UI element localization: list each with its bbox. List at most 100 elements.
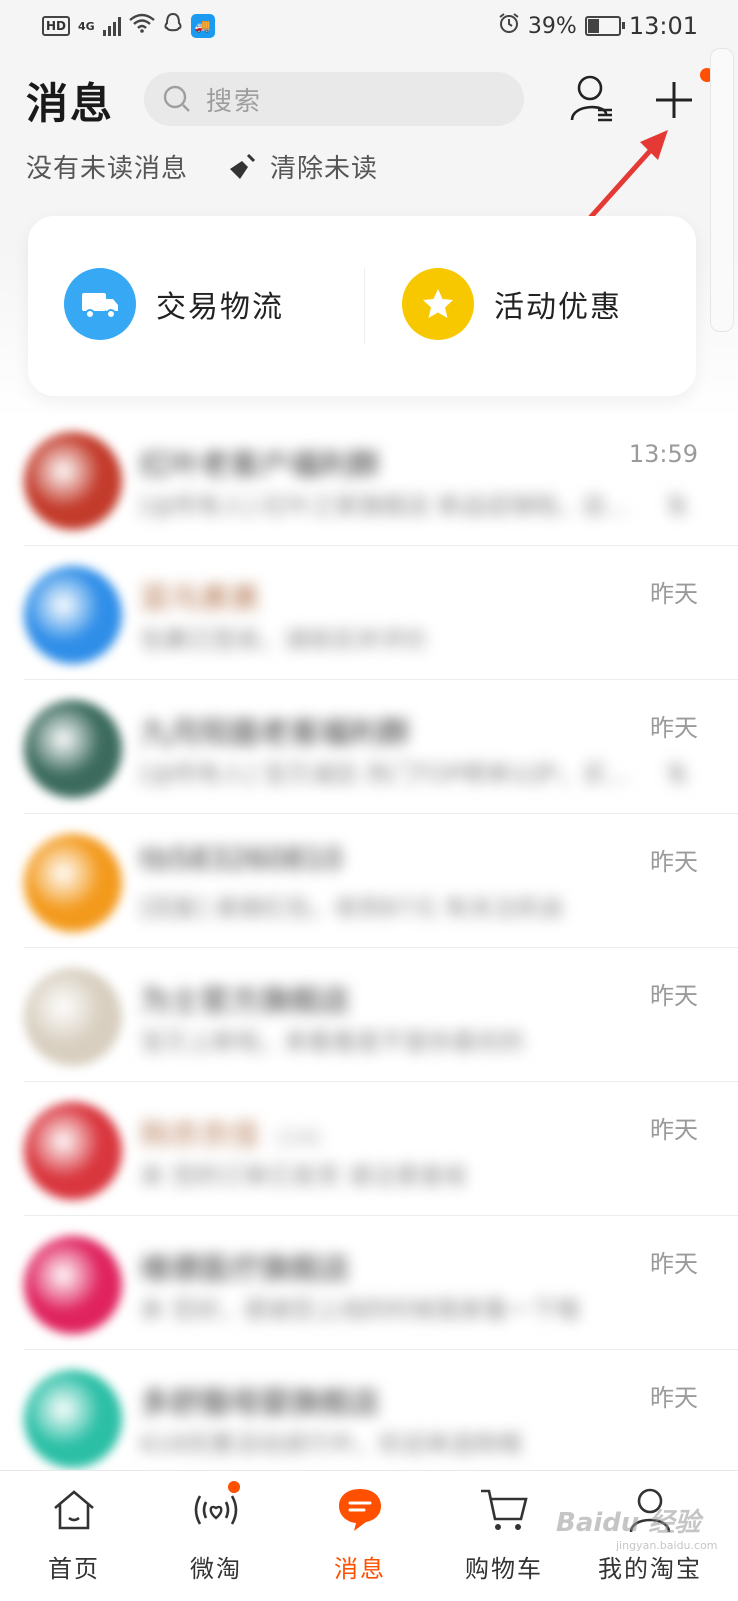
conversation-time: 昨天 — [650, 1378, 698, 1413]
watermark-logo: Baidu 经验 jingyan.baidu.com — [556, 1502, 718, 1552]
tab-home[interactable]: 首页 — [14, 1481, 134, 1584]
conversation-name: 菜鸟裹裹 — [140, 574, 276, 618]
tab-label: 微淘 — [190, 1555, 242, 1583]
conversation-name: 九月阳面老客福利群 — [140, 708, 426, 752]
conversation-name: 红叶老客户福利群 — [140, 440, 396, 484]
tab-weitao[interactable]: 微淘 — [156, 1481, 276, 1584]
conversation-name: 购衣衣佳 (14) — [140, 1110, 321, 1154]
conversation-name-text: 为士官方旗舰店 — [140, 984, 350, 1019]
avatar — [24, 1102, 122, 1200]
network-type: 4G — [78, 19, 95, 33]
conversation-time-text: 昨天 — [650, 714, 698, 742]
conversation-time: 13:59 — [629, 440, 698, 468]
avatar — [24, 1236, 122, 1334]
mute-bell-icon — [662, 758, 692, 792]
avatar — [24, 432, 122, 530]
tab-messages[interactable]: 消息 — [300, 1481, 420, 1584]
truck-icon — [64, 268, 136, 340]
status-bar: HD 4G 🚚 39% 13:01 — [0, 0, 738, 52]
contacts-button[interactable] — [570, 74, 614, 126]
conversation-preview: [@所有人] 宝贝减后 热门TOP榜单以护，买... — [140, 760, 629, 788]
conversation-time-text: 昨天 — [650, 1116, 698, 1144]
conversation-preview: 宝贝上新啦，来看看是不是你喜欢的 — [140, 1028, 524, 1056]
qq-icon — [163, 12, 183, 40]
conversation-item[interactable]: 菜鸟裹裹 包裹已签收，请核实并评价 昨天 — [0, 546, 738, 680]
conversation-time: 昨天 — [650, 574, 698, 609]
avatar — [24, 700, 122, 798]
search-placeholder: 搜索 — [206, 86, 263, 117]
divider — [364, 268, 365, 344]
avatar — [24, 566, 122, 664]
message-icon — [339, 1489, 381, 1531]
wifi-icon — [128, 13, 155, 39]
clear-unread-label: 清除未读 — [270, 154, 379, 184]
conversation-time-text: 13:59 — [628, 440, 698, 468]
weitao-badge — [228, 1481, 240, 1493]
tab-label: 首页 — [48, 1555, 100, 1583]
conversation-time: 昨天 — [650, 708, 698, 743]
conversation-preview: 亲 您的订单已发货 请注意查收 — [140, 1162, 468, 1190]
unread-status: 没有未读消息 — [26, 154, 189, 184]
conversation-name: 维德医疗旗舰店 — [140, 1244, 366, 1288]
conversation-list: 红叶老客户福利群 [@所有人] 红叶之家旗舰店 新品促销啦，店... 13:59 菜鸟… — [0, 412, 738, 1484]
quick-action-label: 活动优惠 — [494, 290, 622, 325]
weitao-icon — [194, 1495, 238, 1525]
tab-label: 我的淘宝 — [598, 1555, 702, 1583]
add-button[interactable] — [652, 78, 696, 122]
quick-action-logistics[interactable]: 交易物流 — [64, 268, 284, 340]
conversation-time: 昨天 — [650, 1110, 698, 1145]
app-notification-icon: 🚚 — [190, 14, 215, 38]
clear-unread-button[interactable]: 清除未读 — [228, 148, 378, 185]
conversation-preview: 618优惠活动进行中，欢迎来选购哦 — [140, 1430, 522, 1458]
conversation-time: 昨天 — [650, 976, 698, 1011]
conversation-time-text: 昨天 — [650, 1250, 698, 1278]
hd-indicator: HD — [42, 16, 71, 36]
tab-cart[interactable]: 购物车 — [444, 1481, 564, 1584]
conversation-item[interactable]: 为士官方旗舰店宝贝上新啦，来看看是不是你喜欢的 昨天 — [0, 948, 738, 1082]
tab-label: 购物车 — [465, 1555, 543, 1583]
home-icon — [54, 1490, 94, 1530]
conversation-time-text: 昨天 — [650, 1384, 698, 1412]
clock: 13:01 — [628, 12, 698, 40]
conversation-time: 昨天 — [650, 842, 698, 877]
conversation-name: 为士官方旗舰店 — [140, 976, 366, 1020]
cart-icon — [481, 1489, 528, 1530]
conversation-item[interactable]: tb583260810 [回复] 谢谢红包，收到87元 有关注机会 昨天 — [0, 814, 738, 948]
star-icon — [402, 268, 474, 340]
avatar — [24, 834, 122, 932]
conversation-time-text: 昨天 — [650, 580, 698, 608]
quick-action-label: 交易物流 — [156, 290, 284, 325]
conversation-preview: 亲 您好，感谢您上线的时候我家看一下哦 — [140, 1296, 580, 1324]
mute-bell-icon — [662, 490, 692, 524]
contacts-icon — [570, 75, 612, 122]
quick-actions-card: 交易物流 活动优惠 — [28, 216, 696, 396]
conversation-preview: [回复] 谢谢红包，收到87元 有关注机会 — [140, 894, 565, 922]
conversation-name: 多舒服母婴旗舰店 — [140, 1378, 396, 1422]
conversation-name-text: 维德医疗旗舰店 — [140, 1252, 350, 1287]
conversation-name-text: 菜鸟裹裹 — [140, 582, 260, 617]
conversation-name-text: 购衣衣佳 — [140, 1118, 260, 1153]
side-panel-edge — [710, 48, 734, 332]
conversation-item[interactable]: 红叶老客户福利群 [@所有人] 红叶之家旗舰店 新品促销啦，店... 13:59 — [0, 412, 738, 546]
search-icon — [163, 85, 190, 112]
avatar — [24, 968, 122, 1066]
search-bar[interactable]: 搜索 — [144, 72, 524, 126]
signal-icon — [102, 16, 121, 36]
conversation-item[interactable]: 多舒服母婴旗舰店 618优惠活动进行中，欢迎来选购哦 昨天 — [0, 1350, 738, 1484]
watermark-url: jingyan.baidu.com — [616, 1539, 718, 1552]
conversation-item[interactable]: 购衣衣佳 (14) 亲 您的订单已发货 请注意查收 昨天 — [0, 1082, 738, 1216]
conversation-item[interactable]: 九月阳面老客福利群 [@所有人] 宝贝减后 热门TOP榜单以护，买... 昨天 — [0, 680, 738, 814]
member-count: (14) — [276, 1126, 322, 1151]
conversation-name-text: tb583260810 — [140, 842, 343, 877]
broom-icon — [230, 153, 256, 179]
conversation-item[interactable]: 维德医疗旗舰店亲 您好，感谢您上线的时候我家看一下哦 昨天 — [0, 1216, 738, 1350]
battery-percent: 39% — [527, 13, 577, 39]
conversation-name-text: 九月阳面老客福利群 — [140, 716, 410, 751]
battery-icon — [584, 16, 625, 36]
conversation-name-text: 多舒服母婴旗舰店 — [140, 1386, 380, 1421]
conversation-preview: [@所有人] 红叶之家旗舰店 新品促销啦，店... — [140, 492, 629, 520]
tab-label: 消息 — [334, 1555, 386, 1583]
conversation-name: tb583260810 — [140, 842, 359, 877]
conversation-time-text: 昨天 — [650, 848, 698, 876]
quick-action-promotions[interactable]: 活动优惠 — [402, 268, 622, 340]
